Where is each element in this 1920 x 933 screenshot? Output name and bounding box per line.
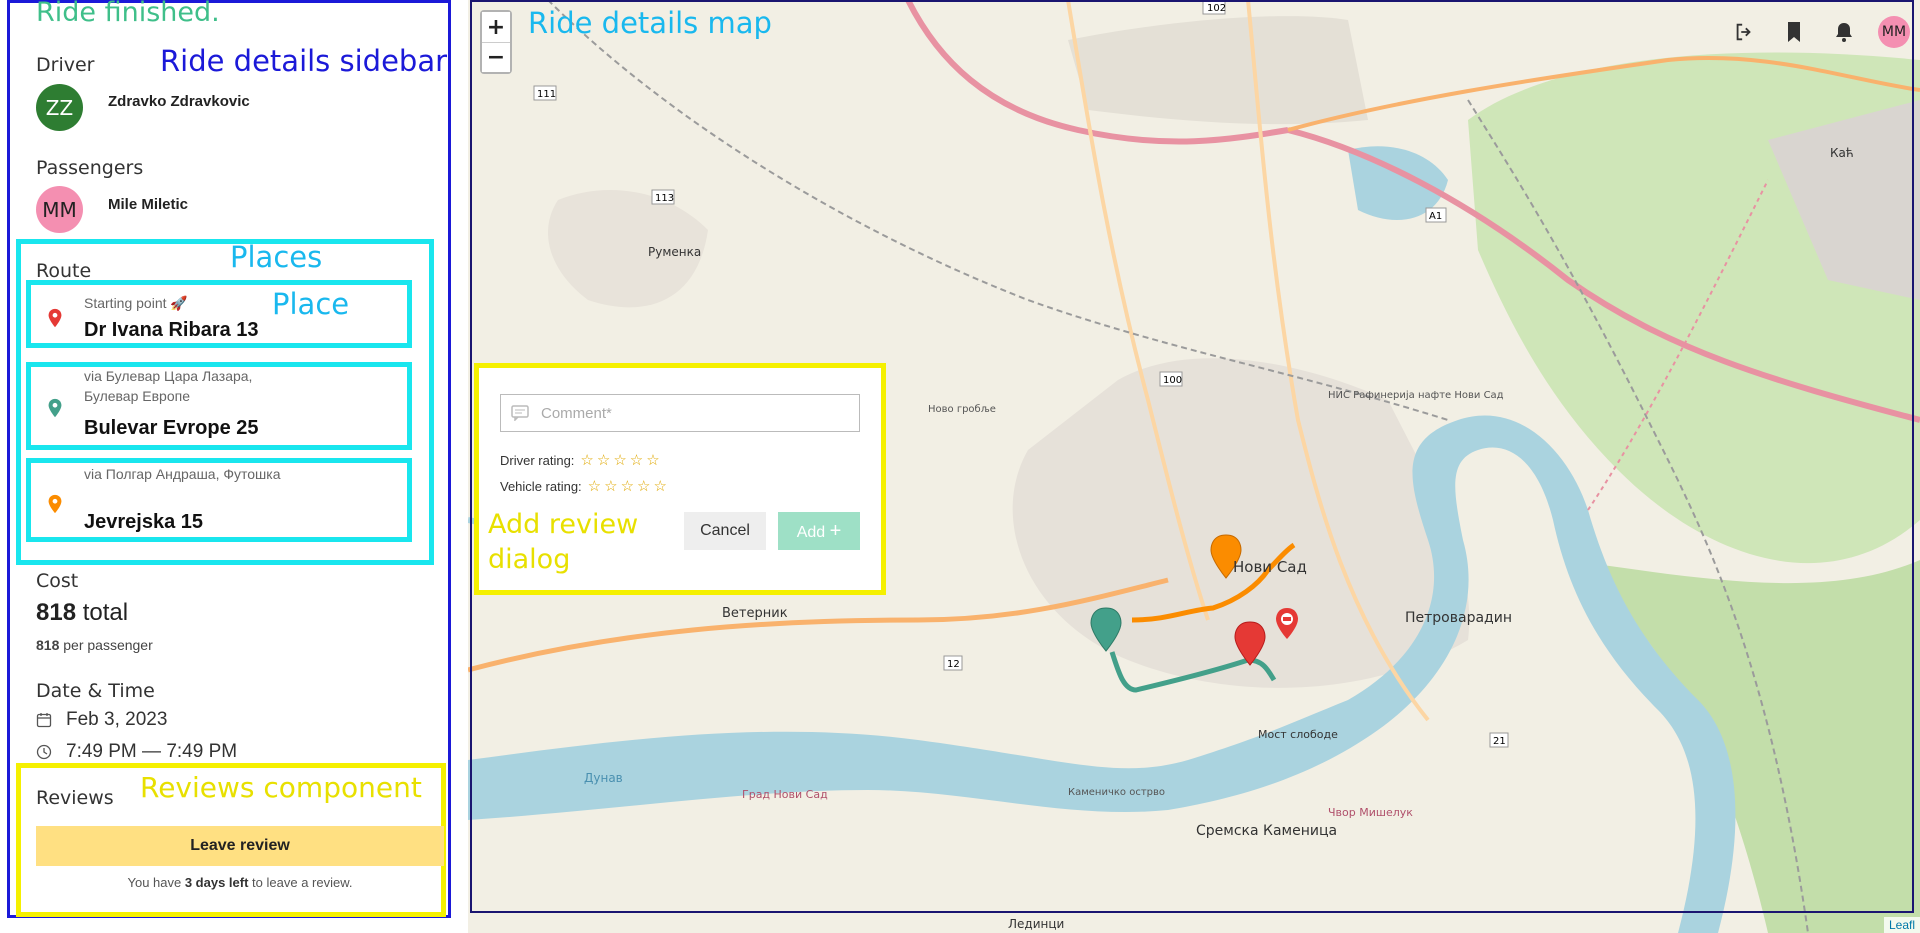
- zoom-control: + −: [480, 10, 512, 74]
- places-overlay-label: Places: [230, 240, 323, 274]
- label-kac: Каћ: [1830, 146, 1854, 160]
- place-card-start[interactable]: Starting point 🚀 Dr Ivana Ribara 13: [26, 280, 412, 348]
- label-rumenka: Руменка: [648, 245, 701, 259]
- map-attribution[interactable]: Leafl: [1883, 917, 1920, 933]
- cost-per-value: 818: [36, 637, 60, 653]
- vehicle-rating: Vehicle rating: ☆☆☆☆☆: [500, 477, 670, 495]
- cost-total: 818 total: [36, 599, 128, 627]
- label-veternik: Ветерник: [722, 606, 788, 621]
- bell-icon[interactable]: [1828, 16, 1860, 48]
- time-row: 7:49 PM — 7:49 PM: [36, 741, 237, 763]
- route-title: Route: [36, 260, 92, 282]
- place-card-stop-2[interactable]: via Полгар Андраша, Футошка Jevrejska 15: [26, 458, 412, 542]
- label-kamenicko: Каменичко острво: [1068, 787, 1165, 798]
- vehicle-rating-label: Vehicle rating:: [500, 478, 582, 494]
- comment-icon: [511, 405, 529, 421]
- bookmark-icon[interactable]: [1778, 16, 1810, 48]
- comment-placeholder: Comment*: [541, 404, 612, 422]
- road-shield-113: 113: [655, 193, 674, 204]
- cost-title: Cost: [36, 570, 79, 592]
- place-card-stop-1[interactable]: via Булевар Цара Лазара, Булевар Европе …: [26, 362, 412, 450]
- note-suffix: to leave a review.: [248, 875, 353, 890]
- map-pin-icon: [48, 308, 62, 328]
- cost-per-passenger: 818 per passenger: [36, 637, 153, 653]
- passengers-title: Passengers: [36, 157, 144, 179]
- plus-icon: +: [829, 519, 842, 542]
- cost-total-suffix: total: [82, 599, 129, 626]
- calendar-icon: [36, 713, 52, 728]
- passenger-avatar[interactable]: MM: [36, 186, 83, 233]
- driver-rating: Driver rating: ☆☆☆☆☆: [500, 451, 663, 469]
- label-grad-novi-sad: Град Нови Сад: [742, 788, 828, 801]
- place-sub: Starting point 🚀: [84, 295, 188, 311]
- cost-total-value: 818: [36, 599, 77, 626]
- vehicle-rating-stars[interactable]: ☆☆☆☆☆: [588, 477, 670, 495]
- date-row: Feb 3, 2023: [36, 709, 167, 731]
- leave-review-button[interactable]: Leave review: [36, 826, 444, 866]
- label-novi-sad: Нови Сад: [1233, 558, 1307, 576]
- reviews-title: Reviews: [36, 787, 114, 809]
- logout-icon[interactable]: [1728, 16, 1760, 48]
- place-sub: via Полгар Андраша, Футошка: [84, 466, 281, 482]
- dialog-overlay-label: Add review dialog: [488, 509, 639, 575]
- ride-date: Feb 3, 2023: [66, 709, 168, 730]
- zoom-in-button[interactable]: +: [482, 12, 510, 42]
- label-petrovaradin: Петроварадин: [1405, 610, 1512, 626]
- user-avatar[interactable]: MM: [1878, 16, 1910, 48]
- sidebar-overlay-label: Ride details sidebar: [160, 44, 448, 78]
- place-address: Dr Ivana Ribara 13: [84, 319, 259, 341]
- place-sub: via Булевар Цара Лазара, Булевар Европе: [84, 368, 253, 404]
- driver-avatar[interactable]: ZZ: [36, 84, 83, 131]
- driver-name: Zdravko Zdravkovic: [108, 93, 250, 110]
- label-most-slobode: Мост слободе: [1258, 728, 1338, 741]
- passenger-name: Mile Miletic: [108, 196, 189, 213]
- label-novo-groblje: Ново гробље: [928, 404, 996, 415]
- add-label: Add: [796, 523, 826, 541]
- label-nis: НИС Рафинерија нафте Нови Сад: [1328, 389, 1504, 401]
- add-review-button[interactable]: Add +: [778, 512, 860, 550]
- map-overlay-label: Ride details map: [528, 6, 772, 40]
- clock-icon: [36, 744, 52, 760]
- label-cvor: Чвор Мишелук: [1328, 806, 1413, 819]
- road-shield-102: 102: [1207, 3, 1226, 14]
- road-shield-111: 111: [537, 89, 556, 100]
- label-dunav: Дунав: [584, 771, 623, 785]
- road-shield-100: 100: [1163, 375, 1182, 386]
- driver-title: Driver: [36, 54, 95, 76]
- ride-details-sidebar: Ride finished. Ride details sidebar Driv…: [0, 0, 462, 933]
- app: Ride finished. Ride details sidebar Driv…: [0, 0, 1920, 933]
- place-address: Jevrejska 15: [84, 511, 204, 533]
- comment-field[interactable]: Comment*: [500, 394, 860, 432]
- place-overlay-label: Place: [272, 287, 350, 321]
- note-days-left: 3 days left: [184, 875, 249, 890]
- place-address: Bulevar Evrope 25: [84, 417, 259, 439]
- road-shield-12: 12: [947, 659, 960, 670]
- reviews-overlay-label: Reviews component: [140, 771, 422, 804]
- review-deadline-note: You have 3 days left to leave a review.: [0, 875, 462, 890]
- cancel-button[interactable]: Cancel: [684, 512, 766, 550]
- datetime-title: Date & Time: [36, 680, 155, 702]
- cost-per-suffix: per passenger: [63, 637, 153, 653]
- road-shield-a1: A1: [1429, 211, 1442, 222]
- label-ledinci: Лединци: [1008, 917, 1064, 931]
- map-pin-icon: [48, 494, 62, 514]
- ride-status: Ride finished.: [36, 0, 220, 28]
- road-shield-21: 21: [1493, 736, 1506, 747]
- label-sremska-kamenica: Сремска Каменица: [1196, 823, 1337, 839]
- driver-rating-label: Driver rating:: [500, 452, 575, 468]
- driver-rating-stars[interactable]: ☆☆☆☆☆: [580, 451, 662, 469]
- note-prefix: You have: [127, 875, 185, 890]
- suburb-area: [1068, 16, 1368, 125]
- ride-time: 7:49 PM — 7:49 PM: [66, 741, 238, 762]
- map-toolbar: MM: [1728, 16, 1910, 48]
- map-pin-icon: [48, 398, 62, 418]
- zoom-out-button[interactable]: −: [482, 42, 510, 72]
